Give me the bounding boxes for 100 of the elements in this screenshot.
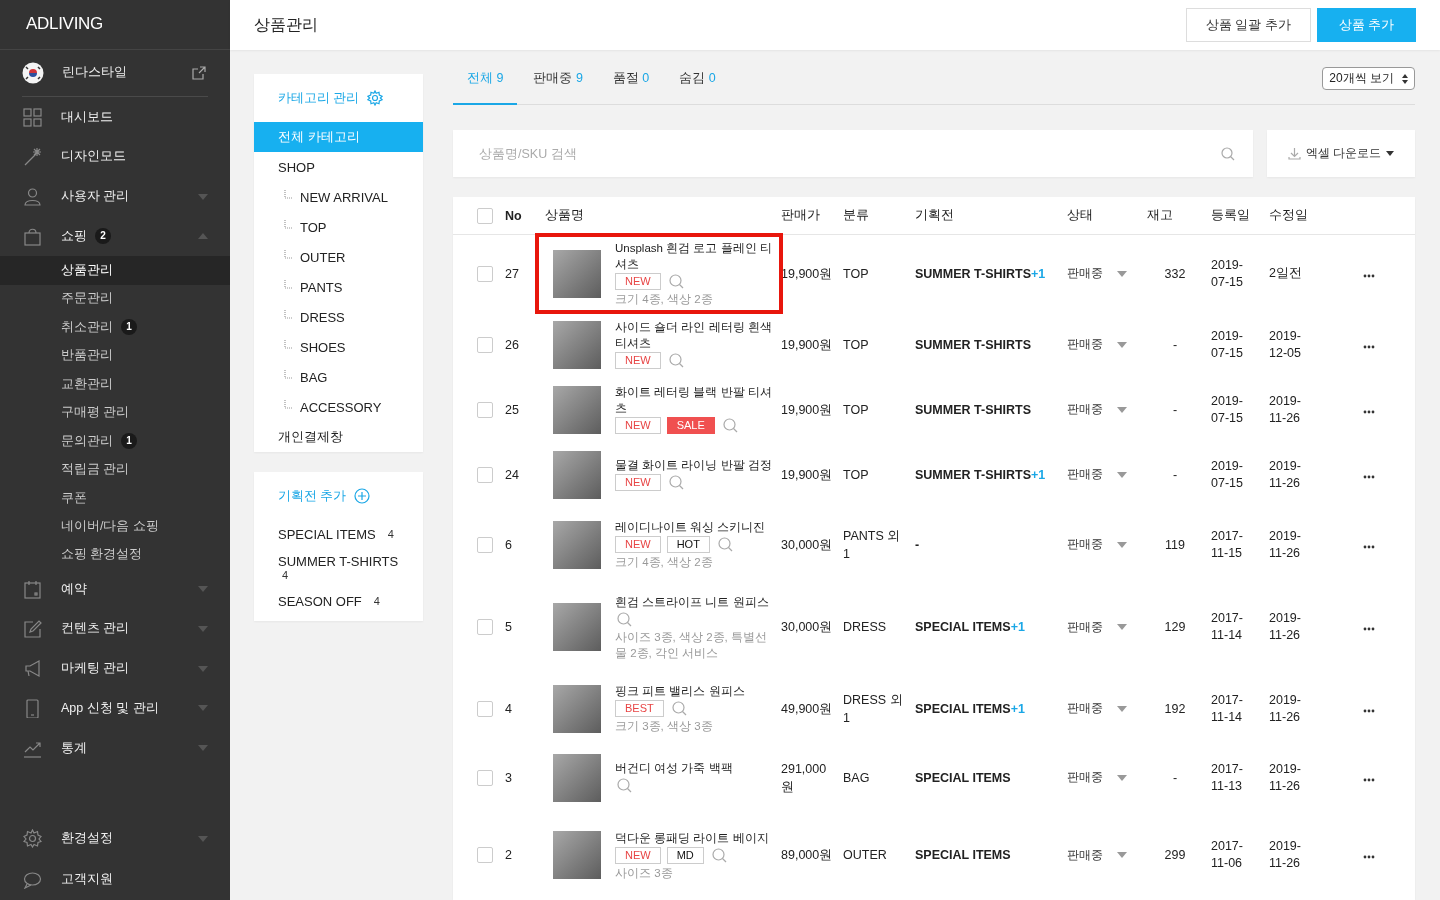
category-item[interactable]: PANTS bbox=[254, 272, 423, 302]
more-icon bbox=[1363, 855, 1375, 859]
category-item[interactable]: TOP bbox=[254, 212, 423, 242]
phone-icon bbox=[23, 698, 42, 718]
site-name[interactable]: 린다스타일 bbox=[62, 64, 192, 82]
promotion-item[interactable]: SPECIAL ITEMS 4 bbox=[254, 520, 423, 548]
nav-item[interactable]: App 신청 및 관리 bbox=[0, 688, 230, 729]
date-text: 2017-11-14 bbox=[1211, 692, 1243, 724]
submenu-item[interactable]: 취소관리 1 bbox=[0, 313, 230, 342]
date-text: 2019-11-26 bbox=[1269, 692, 1301, 724]
page-size-select[interactable]: 20개씩 보기 bbox=[1322, 67, 1415, 90]
row-checkbox[interactable] bbox=[477, 769, 493, 786]
date-text: 2017-11-06 bbox=[1211, 839, 1243, 870]
product-name-link[interactable]: 레이디나이트 워싱 스키니진 bbox=[615, 519, 773, 535]
product-tag: SALE bbox=[666, 417, 715, 435]
category-item[interactable]: OUTER bbox=[254, 242, 423, 272]
grid-icon bbox=[23, 107, 42, 127]
date-text: 2019-11-26 bbox=[1269, 393, 1301, 425]
product-name-link[interactable]: 흰검 스트라이프 니트 원피스 bbox=[615, 593, 773, 610]
category-item[interactable]: BAG bbox=[254, 362, 423, 392]
select-all-checkbox[interactable] bbox=[477, 207, 493, 224]
date-text: 2019-07-15 bbox=[1211, 458, 1243, 490]
stock-text: 129 bbox=[1164, 620, 1186, 634]
category-item[interactable]: DRESS bbox=[254, 302, 423, 332]
search-field[interactable]: 상품명/SKU 검색 bbox=[453, 130, 1253, 177]
product-name-link[interactable]: 버건디 여성 가죽 백팩 bbox=[615, 760, 773, 776]
photo-placeholder bbox=[553, 385, 601, 434]
submenu-item[interactable]: 문의관리 1 bbox=[0, 426, 230, 456]
nav-item[interactable]: 대시보드 bbox=[0, 97, 230, 137]
product-name-link[interactable]: 화이트 레터링 블랙 반팔 티셔츠 bbox=[615, 384, 773, 416]
count-badge: 1 bbox=[121, 433, 137, 450]
nav-item[interactable]: 컨텐츠 관리 bbox=[0, 608, 230, 649]
more-icon bbox=[1363, 544, 1375, 549]
submenu-item[interactable]: 쇼핑 환경설정 bbox=[0, 540, 230, 570]
product-name-link[interactable]: 물결 화이트 라이닝 반팔 검정 bbox=[615, 457, 773, 473]
product-tag: HOT bbox=[666, 536, 710, 554]
category-item[interactable]: SHOP bbox=[254, 152, 423, 182]
row-checkbox[interactable] bbox=[477, 847, 493, 863]
submenu-item[interactable]: 네이버/다음 쇼핑 bbox=[0, 512, 230, 541]
category-item[interactable]: SHOES bbox=[254, 332, 423, 362]
status-dropdown[interactable]: 판매중 bbox=[1067, 265, 1127, 282]
promotion-text: SPECIAL ITEMS bbox=[915, 770, 1011, 785]
row-checkbox[interactable] bbox=[477, 265, 493, 282]
product-name-link[interactable]: 사이드 숄더 라인 레터링 흰색 티셔츠 bbox=[615, 319, 773, 351]
row-checkbox[interactable] bbox=[477, 700, 493, 717]
submenu-item[interactable]: 구매평 관리 bbox=[0, 398, 230, 427]
status-dropdown[interactable]: 판매중 bbox=[1067, 536, 1127, 553]
photo-placeholder bbox=[553, 320, 601, 369]
photo-placeholder bbox=[553, 450, 601, 499]
nav-item[interactable]: 사용자 관리 bbox=[0, 176, 230, 217]
tree-branch-icon bbox=[284, 309, 292, 319]
more-icon bbox=[1363, 474, 1375, 479]
product-name-link[interactable]: Unsplash 흰검 로고 플레인 티셔츠 bbox=[615, 240, 773, 272]
status-dropdown[interactable]: 판매중 bbox=[1067, 466, 1127, 483]
filter-tab[interactable]: 숨김 0 bbox=[665, 70, 730, 105]
submenu-item[interactable]: 상품관리 bbox=[0, 256, 230, 285]
submenu-item[interactable]: 주문관리 bbox=[0, 284, 230, 314]
nav-item[interactable]: 고객지원 bbox=[0, 859, 230, 900]
promotion-item[interactable]: SEASON OFF 4 bbox=[254, 587, 423, 615]
row-checkbox[interactable] bbox=[477, 466, 493, 483]
category-item[interactable]: 개인결제창 bbox=[254, 422, 423, 452]
price-text: 30,000원 bbox=[781, 620, 833, 634]
promotion-item[interactable]: SUMMER T-SHIRTS 4 bbox=[254, 548, 423, 587]
category-item[interactable]: NEW ARRIVAL bbox=[254, 182, 423, 212]
filter-tab[interactable]: 판매중 9 bbox=[519, 70, 597, 105]
excel-download-button[interactable]: 엑셀 다운로드 bbox=[1267, 130, 1415, 177]
nav-item[interactable]: 마케팅 관리 bbox=[0, 648, 230, 689]
category-text: TOP bbox=[843, 337, 869, 352]
nav-item[interactable]: 쇼핑 2 bbox=[0, 216, 230, 257]
search-icon bbox=[1221, 146, 1235, 161]
category-item[interactable]: ACCESSORY bbox=[254, 392, 423, 422]
status-dropdown[interactable]: 판매중 bbox=[1067, 336, 1127, 353]
nav-item[interactable]: 디자인모드 bbox=[0, 136, 230, 177]
bulk-add-button[interactable]: 상품 일괄 추가 bbox=[1185, 8, 1311, 42]
nav-item[interactable]: 예약 bbox=[0, 569, 230, 609]
product-name-link[interactable]: 덕다운 롱패딩 라이트 베이지 bbox=[615, 829, 773, 846]
tree-branch-icon bbox=[284, 399, 292, 409]
stock-text: 332 bbox=[1164, 266, 1186, 281]
status-dropdown[interactable]: 판매중 bbox=[1067, 401, 1127, 418]
status-dropdown[interactable]: 판매중 bbox=[1067, 618, 1127, 636]
submenu-item[interactable]: 반품관리 bbox=[0, 341, 230, 371]
row-number: 6 bbox=[505, 537, 512, 552]
search-input[interactable]: 상품명/SKU 검색 bbox=[477, 145, 1221, 162]
filter-tab[interactable]: 품절 0 bbox=[598, 70, 664, 105]
product-name-link[interactable]: 핑크 피트 밸리스 원피스 bbox=[615, 683, 773, 699]
submenu-item[interactable]: 적립금 관리 bbox=[0, 455, 230, 484]
submenu-item[interactable]: 교환관리 bbox=[0, 370, 230, 399]
nav-item[interactable]: 환경설정 bbox=[0, 818, 230, 860]
price-text: 19,900원 bbox=[781, 402, 833, 417]
row-checkbox[interactable] bbox=[477, 536, 493, 553]
status-dropdown[interactable]: 판매중 bbox=[1067, 769, 1127, 786]
caret-down-icon bbox=[1117, 541, 1127, 548]
row-checkbox[interactable] bbox=[477, 336, 493, 353]
status-dropdown[interactable]: 판매중 bbox=[1067, 846, 1127, 864]
row-checkbox[interactable] bbox=[477, 401, 493, 418]
calendar-icon bbox=[23, 579, 42, 599]
status-dropdown[interactable]: 판매중 bbox=[1067, 700, 1127, 717]
nav-item[interactable]: 통계 bbox=[0, 728, 230, 769]
submenu-item[interactable]: 쿠폰 bbox=[0, 483, 230, 513]
row-checkbox[interactable] bbox=[477, 619, 493, 635]
